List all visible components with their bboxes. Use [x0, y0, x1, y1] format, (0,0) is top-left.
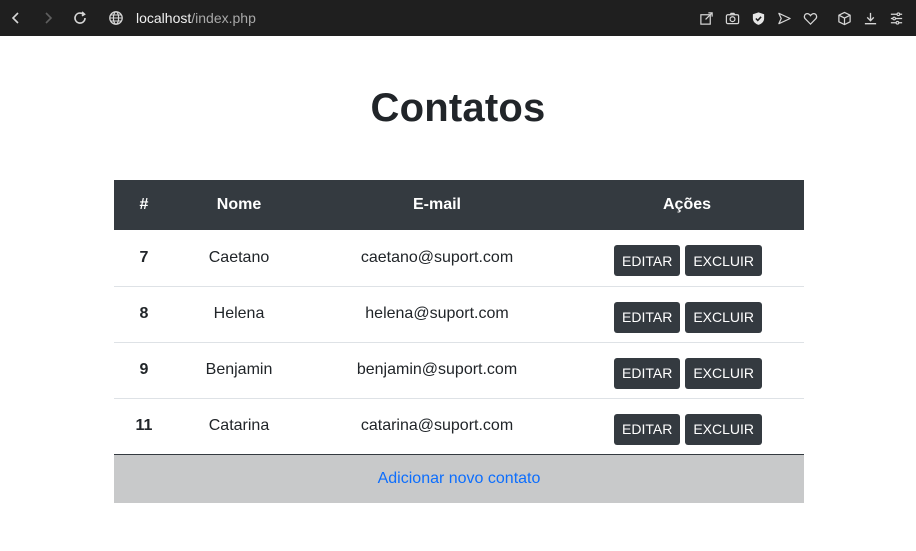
table-header: # Nome E-mail Ações — [114, 180, 804, 230]
menu-button[interactable] — [884, 0, 908, 36]
contact-email: benjamin@suport.com — [356, 361, 518, 378]
actions-group: EDITAR EXCLUIR — [572, 408, 804, 445]
delete-button[interactable]: EXCLUIR — [685, 245, 762, 277]
contact-actions: EDITAR EXCLUIR — [570, 230, 804, 286]
contact-actions: EDITAR EXCLUIR — [570, 398, 804, 454]
edit-button[interactable]: EDITAR — [614, 301, 681, 333]
delete-button[interactable]: EXCLUIR — [685, 413, 762, 445]
globe-icon — [108, 10, 124, 26]
cube-icon — [837, 11, 851, 25]
chevron-left-icon — [11, 12, 19, 24]
send-icon — [777, 12, 791, 24]
contact-id: 11 — [135, 417, 153, 434]
heart-icon — [803, 12, 817, 25]
delete-button[interactable]: EXCLUIR — [685, 301, 762, 333]
forward-button[interactable] — [32, 0, 64, 36]
contact-name: Caetano — [208, 248, 270, 266]
table-body: 7 Caetano caetano@suport.com EDITAR EXCL… — [114, 230, 804, 454]
edit-button[interactable]: EDITAR — [614, 245, 681, 277]
actions-group: EDITAR EXCLUIR — [572, 352, 804, 389]
contacts-table: # Nome E-mail Ações 7 Caetano caetano@su… — [114, 180, 804, 455]
page-content: Contatos # Nome E-mail Ações 7 Caetano c… — [0, 36, 916, 551]
delete-button[interactable]: EXCLUIR — [685, 357, 762, 389]
table-footer: Adicionar novo contato — [114, 455, 804, 503]
contact-actions: EDITAR EXCLUIR — [570, 342, 804, 398]
page-title: Contatos — [370, 86, 546, 130]
reload-icon — [74, 11, 86, 24]
contact-actions: EDITAR EXCLUIR — [570, 286, 804, 342]
camera-icon — [725, 12, 739, 24]
back-button[interactable] — [0, 0, 32, 36]
contact-id: 9 — [139, 361, 149, 378]
contact-email: catarina@suport.com — [360, 417, 514, 434]
menu-icon — [890, 11, 902, 25]
downloads-button[interactable] — [858, 0, 882, 36]
table-row: 9 Benjamin benjamin@suport.com EDITAR EX… — [114, 342, 804, 398]
extensions-button[interactable] — [832, 0, 856, 36]
contact-id: 7 — [139, 248, 149, 266]
url-host: localhost — [136, 10, 192, 26]
table-row: 7 Caetano caetano@suport.com EDITAR EXCL… — [114, 230, 804, 286]
header-name: Nome — [216, 196, 262, 213]
url-text: localhost/index.php — [136, 10, 256, 26]
contact-email: caetano@suport.com — [360, 248, 514, 266]
url-path: /index.php — [191, 10, 256, 26]
chevron-right-icon — [45, 12, 53, 24]
edit-share-button[interactable] — [694, 0, 718, 36]
contact-name: Benjamin — [205, 361, 273, 378]
header-row: # Nome E-mail Ações — [114, 180, 804, 230]
header-email: E-mail — [412, 196, 461, 213]
contact-name: Helena — [213, 305, 265, 322]
reload-button[interactable] — [64, 0, 96, 36]
shield-button[interactable] — [746, 0, 770, 36]
table-row: 8 Helena helena@suport.com EDITAR EXCLUI… — [114, 286, 804, 342]
contact-name: Catarina — [208, 417, 270, 434]
browser-tools — [694, 0, 908, 36]
add-contact-link[interactable]: Adicionar novo contato — [378, 470, 541, 488]
browser-toolbar: localhost/index.php — [0, 0, 916, 36]
favorite-button[interactable] — [798, 0, 822, 36]
download-icon — [864, 12, 876, 24]
edit-button[interactable]: EDITAR — [614, 357, 681, 389]
header-id: # — [139, 196, 149, 213]
screenshot-button[interactable] — [720, 0, 744, 36]
header-actions: Ações — [662, 196, 712, 213]
send-button[interactable] — [772, 0, 796, 36]
actions-group: EDITAR EXCLUIR — [572, 239, 804, 277]
contact-id: 8 — [139, 305, 149, 322]
actions-group: EDITAR EXCLUIR — [572, 296, 804, 333]
share-edit-icon — [699, 11, 713, 25]
shield-check-icon — [752, 11, 764, 25]
edit-button[interactable]: EDITAR — [614, 413, 681, 445]
contact-email: helena@suport.com — [365, 305, 509, 322]
table-row: 11 Catarina catarina@suport.com EDITAR E… — [114, 398, 804, 454]
